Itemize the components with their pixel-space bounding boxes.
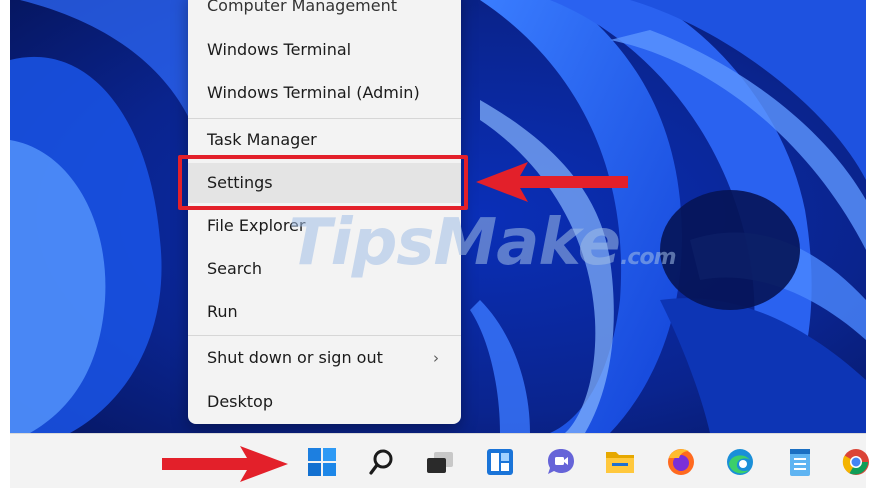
windows-start-icon[interactable] (304, 444, 340, 480)
menu-separator (188, 335, 461, 336)
menu-item-desktop[interactable]: Desktop (188, 382, 461, 422)
screen: Computer Management Windows Terminal Win… (0, 0, 870, 489)
firefox-icon[interactable] (663, 444, 699, 480)
chevron-right-icon: › (433, 349, 439, 367)
menu-item-shut-down-or-sign-out[interactable]: Shut down or sign out › (188, 338, 461, 378)
edge-icon[interactable] (722, 444, 758, 480)
chrome-icon[interactable] (838, 444, 870, 480)
highlight-box (178, 155, 468, 210)
menu-separator (188, 118, 461, 119)
red-arrow-settings (476, 162, 628, 202)
red-arrow-start (162, 446, 288, 482)
context-menu: Computer Management Windows Terminal Win… (188, 0, 461, 424)
menu-item-search[interactable]: Search (188, 249, 461, 289)
menu-item-computer-management[interactable]: Computer Management (188, 0, 461, 26)
menu-item-windows-terminal[interactable]: Windows Terminal (188, 30, 461, 70)
menu-item-file-explorer[interactable]: File Explorer (188, 206, 461, 246)
notepad-icon[interactable] (782, 444, 818, 480)
widgets-icon[interactable] (482, 444, 518, 480)
menu-item-windows-terminal-admin[interactable]: Windows Terminal (Admin) (188, 73, 461, 113)
menu-item-run[interactable]: Run (188, 292, 461, 332)
file-explorer-icon[interactable] (602, 444, 638, 480)
taskbar (10, 433, 869, 488)
search-icon[interactable] (364, 444, 400, 480)
menu-item-task-manager[interactable]: Task Manager (188, 120, 461, 160)
task-view-icon[interactable] (422, 444, 458, 480)
menu-item-label: Shut down or sign out (207, 348, 383, 367)
teams-chat-icon[interactable] (543, 444, 579, 480)
